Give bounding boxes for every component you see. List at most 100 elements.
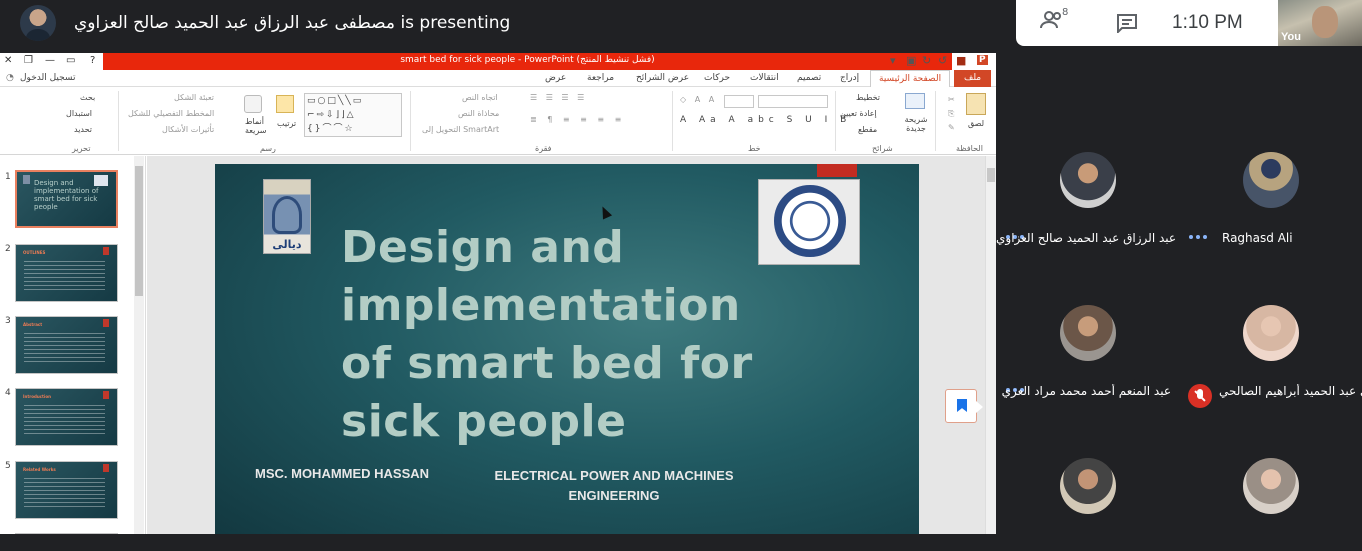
tab-insert[interactable]: إدراج	[840, 73, 859, 83]
arrange-button[interactable]: ترتيب	[277, 119, 296, 128]
group-slides-label: شرائح	[872, 144, 893, 153]
participant-tile[interactable]: عبد المنعم أحمد محمد مراد العزي	[996, 257, 1179, 407]
quick-styles-icon	[244, 95, 262, 113]
tab-review[interactable]: مراجعة	[587, 73, 614, 83]
chat-icon	[1117, 14, 1137, 35]
participant-tile[interactable]	[1179, 410, 1362, 551]
group-divider	[118, 91, 119, 151]
slide-thumbnail-4[interactable]: Introduction	[15, 388, 118, 446]
avatar	[1243, 305, 1299, 361]
select-button[interactable]: تحديد	[74, 125, 92, 134]
slide-thumbnail-2[interactable]: OUTLINES	[15, 244, 118, 302]
quick-styles-button[interactable]: أنماط سريعة	[245, 117, 267, 135]
save-icon[interactable]: ■	[956, 54, 966, 67]
bullets-icons[interactable]: ☰ ☰ ☰ ☰	[530, 93, 587, 102]
scroll-thumb[interactable]	[987, 168, 995, 182]
clipboard-small-icons[interactable]: ✂ ⎘ ✎	[948, 93, 955, 135]
group-divider	[672, 91, 673, 151]
tab-transitions[interactable]: انتقالات	[750, 73, 779, 83]
presenter-text: مصطفى عبد الرزاق عبد الحميد صالح العزاوي…	[74, 13, 511, 33]
thumbnail-scrollbar[interactable]	[134, 156, 144, 534]
help-icon[interactable]: ?	[90, 55, 95, 66]
tab-home[interactable]: الصفحة الرئيسية	[870, 70, 951, 88]
font-size-icons[interactable]: ◇ A A	[680, 95, 717, 104]
window-title: smart bed for sick people - PowerPoint (…	[400, 55, 655, 65]
scroll-thumb[interactable]	[135, 166, 143, 296]
slide-department[interactable]: ELECTRICAL POWER AND MACHINES ENGINEERIN…	[471, 466, 757, 506]
sign-in-link[interactable]: تسجيل الدخول	[20, 73, 75, 83]
user-icon: ◔	[6, 73, 14, 83]
slide-thumbnail-1[interactable]: Design and implementation of smart bed f…	[15, 170, 118, 228]
ribbon-options-icon[interactable]: ▭	[66, 55, 75, 66]
customize-qat-icon[interactable]: ▾	[890, 54, 896, 67]
convert-smartart-button[interactable]: التحويل إلى SmartArt	[422, 125, 499, 134]
align-text-button[interactable]: محاذاة النص	[458, 109, 499, 118]
text-direction-button[interactable]: اتجاه النص	[462, 93, 498, 102]
participant-tile[interactable]	[996, 410, 1179, 551]
close-icon[interactable]: ✕	[4, 55, 12, 66]
thumb-text-lines	[24, 478, 105, 508]
thumb-text-lines	[24, 333, 105, 363]
slide-title[interactable]: Design and implementation of smart bed f…	[341, 219, 781, 451]
self-video	[1312, 6, 1338, 38]
thumb-title: Design and implementation of smart bed f…	[34, 179, 99, 211]
find-button[interactable]: بحث	[80, 93, 95, 102]
thumb-number: 3	[5, 316, 11, 326]
participant-count: 8	[1062, 7, 1069, 18]
restore-icon[interactable]: ❐	[24, 55, 33, 66]
tab-animations[interactable]: حركات	[704, 73, 730, 83]
avatar	[1243, 152, 1299, 208]
logo-caption: ديالى	[272, 238, 302, 251]
participant-tile[interactable]: بشرى عبد الحميد أبراهيم الصالحي	[1179, 257, 1362, 408]
participant-name: بشرى عبد الحميد أبراهيم الصالحي	[1219, 384, 1362, 398]
shape-fill-button[interactable]: تعبئة الشكل	[174, 93, 214, 102]
editor-scrollbar[interactable]	[985, 156, 996, 534]
participant-tile[interactable]: مصطفى عبد الرزاق عبد الحميد صالح العزاوي	[996, 104, 1179, 254]
thumb-heading: Abstract	[23, 322, 43, 327]
shape-effects-button[interactable]: تأثيرات الأشكال	[162, 125, 214, 134]
group-font-label: خط	[748, 144, 761, 153]
minimize-icon[interactable]: —	[45, 55, 55, 66]
chat-button[interactable]	[1116, 13, 1138, 35]
meet-window: مصطفى عبد الرزاق عبد الحميد صالح العزاوي…	[0, 0, 1362, 551]
redo-icon[interactable]: ↻	[922, 54, 931, 67]
participant-tile[interactable]: Raghasd Ali	[1179, 104, 1362, 254]
font-format-icons[interactable]: A Aa A abc S U I B	[680, 115, 851, 125]
tab-view[interactable]: عرض	[545, 73, 566, 83]
avatar	[1060, 152, 1116, 208]
font-name-box[interactable]	[758, 95, 828, 108]
layout-button[interactable]: تخطيط	[856, 93, 880, 102]
shape-outline-button[interactable]: المخطط التفصيلي للشكل	[128, 109, 214, 118]
tab-slideshow[interactable]: عرض الشرائح	[636, 73, 689, 83]
people-button[interactable]: 8	[1040, 7, 1072, 35]
logo-emblem	[272, 196, 302, 234]
slide-thumbnail-3[interactable]: Abstract	[15, 316, 118, 374]
font-size-box[interactable]	[724, 95, 754, 108]
university-logo: ديالى	[263, 179, 311, 254]
section-button[interactable]: مقطع	[858, 125, 877, 134]
bookmark-button[interactable]	[945, 389, 983, 423]
slide-thumbnail-5[interactable]: Related Works	[15, 461, 118, 519]
replace-button[interactable]: استبدال	[66, 109, 92, 118]
powerpoint-logo-icon: P	[977, 55, 988, 65]
tab-design[interactable]: تصميم	[797, 73, 821, 83]
present-icon[interactable]: ▣	[906, 54, 916, 67]
alignment-icons[interactable]: ≣ ¶ ≡ ≡ ≡ ≡	[530, 115, 625, 124]
participant-name: مصطفى عبد الرزاق عبد الحميد صالح العزاوي	[996, 231, 1179, 245]
ribbon-home: بحث استبدال تحديد تحرير تعبئة الشكل المخ…	[0, 87, 996, 155]
slide-thumbnail-6[interactable]	[15, 533, 118, 534]
slide-author[interactable]: MSC. MOHAMMED HASSAN	[255, 466, 429, 481]
self-video-tile[interactable]: You	[1278, 0, 1362, 46]
reset-button[interactable]: إعادة تعيين	[840, 109, 877, 118]
ppt-titlebar: ✕ ❐ — ▭ ? smart bed for sick people - Po…	[0, 53, 996, 70]
shapes-gallery[interactable]: ▭○□╲╲▭ ⌐⇨⇩⌋⌋△ {}⌒⌒☆	[304, 93, 402, 137]
paste-button[interactable]: لصق	[968, 119, 984, 128]
participant-grid: مصطفى عبد الرزاق عبد الحميد صالح العزاوي…	[996, 104, 1362, 551]
current-slide[interactable]: ديالى Design and implementation of smart…	[215, 164, 919, 534]
group-clipboard-label: الحافظة	[956, 144, 983, 153]
undo-icon[interactable]: ↺	[938, 54, 947, 67]
presenter-avatar	[20, 5, 56, 41]
thumb-number: 4	[5, 388, 11, 398]
tab-file[interactable]: ملف	[954, 70, 992, 87]
new-slide-button[interactable]: شريحة جديدة	[902, 115, 930, 133]
